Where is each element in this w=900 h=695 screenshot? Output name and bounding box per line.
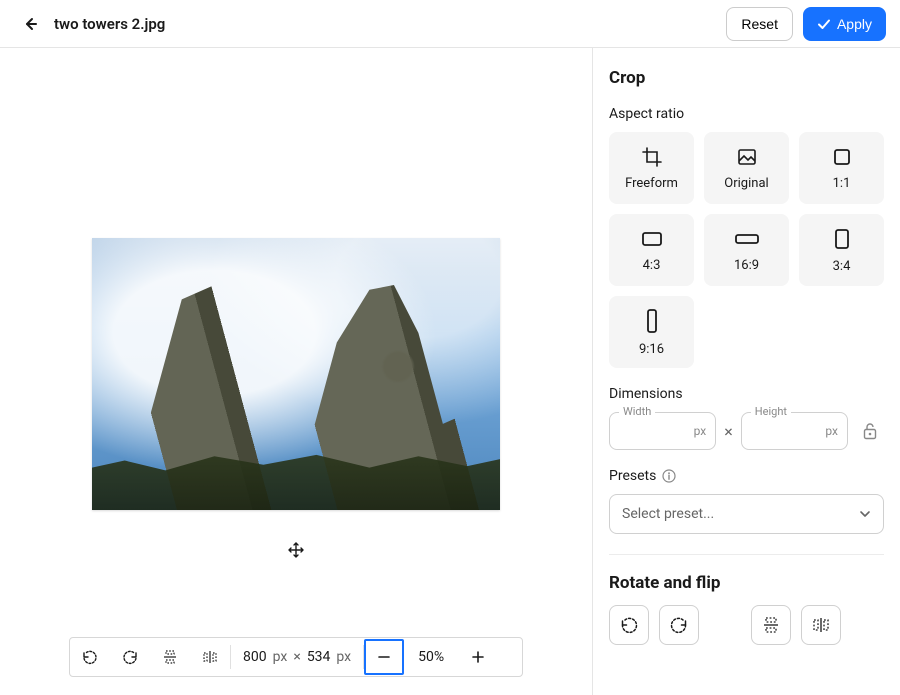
rotate-cw-icon — [670, 616, 688, 634]
image-preview[interactable] — [92, 238, 500, 510]
rotate-ccw-icon — [82, 649, 98, 665]
zoom-level: 50% — [404, 649, 458, 665]
ratio-label: 1:1 — [833, 176, 851, 191]
minus-icon — [377, 650, 391, 664]
crop-panel: Crop Aspect ratio Freeform Original 1:1 — [592, 48, 900, 695]
ratio-label: 9:16 — [639, 342, 664, 357]
ratio-freeform[interactable]: Freeform — [609, 132, 694, 204]
panel-flip-vertical-button[interactable] — [751, 605, 791, 645]
file-name: two towers 2.jpg — [54, 15, 165, 33]
square-icon — [831, 146, 853, 168]
info-icon — [662, 469, 676, 483]
rotate-flip-row — [609, 605, 884, 645]
canvas-times-symbol: × — [293, 649, 300, 665]
ratio-label: 3:4 — [833, 259, 851, 274]
apply-button[interactable]: Apply — [803, 7, 886, 41]
presets-label: Presets — [609, 468, 656, 484]
reset-button-label: Reset — [741, 16, 778, 32]
rect-3-4-icon — [831, 227, 853, 251]
ratio-label: Original — [724, 176, 768, 191]
flip-vertical-button[interactable] — [150, 638, 190, 676]
ratio-4-3[interactable]: 4:3 — [609, 214, 694, 286]
flip-horizontal-icon — [812, 616, 830, 634]
panel-flip-horizontal-button[interactable] — [801, 605, 841, 645]
presets-label-row: Presets — [609, 468, 884, 484]
back-button[interactable] — [14, 8, 46, 40]
ratio-3-4[interactable]: 3:4 — [799, 214, 884, 286]
zoom-out-button[interactable] — [364, 639, 404, 675]
rotate-ccw-button[interactable] — [70, 638, 110, 676]
panel-divider — [609, 554, 884, 555]
height-label: Height — [751, 405, 791, 418]
rotate-ccw-icon — [620, 616, 638, 634]
height-field-wrap: Height px — [741, 412, 848, 450]
rect-9-16-icon — [641, 308, 663, 334]
crop-icon — [641, 146, 663, 168]
ratio-label: 16:9 — [734, 258, 759, 273]
canvas-unit: px — [273, 649, 288, 665]
rotate-flip-title: Rotate and flip — [609, 573, 884, 593]
preset-placeholder: Select preset... — [622, 506, 714, 522]
canvas-area: 800 px × 534 px 50% — [0, 48, 592, 695]
move-icon — [288, 542, 304, 558]
ratio-label: 4:3 — [643, 258, 661, 273]
check-icon — [817, 17, 831, 31]
canvas-dimensions: 800 px × 534 px — [231, 649, 363, 665]
canvas-width-value: 800 — [243, 649, 267, 665]
rect-4-3-icon — [640, 228, 664, 250]
ratio-original[interactable]: Original — [704, 132, 789, 204]
arrow-left-icon — [22, 16, 38, 32]
canvas-unit-2: px — [336, 649, 351, 665]
ratio-9-16[interactable]: 9:16 — [609, 296, 694, 368]
canvas-height-value: 534 — [307, 649, 331, 665]
flip-vertical-icon — [162, 649, 178, 665]
ratio-label: Freeform — [625, 176, 678, 191]
height-unit: px — [825, 424, 838, 438]
crop-title: Crop — [609, 68, 884, 88]
rect-16-9-icon — [734, 228, 760, 250]
flip-horizontal-icon — [202, 649, 218, 665]
dimensions-times-symbol: × — [724, 422, 733, 441]
reset-button[interactable]: Reset — [726, 7, 793, 41]
width-unit: px — [694, 424, 707, 438]
canvas-toolbar: 800 px × 534 px 50% — [69, 637, 523, 677]
plus-icon — [471, 650, 485, 664]
width-label: Width — [619, 405, 655, 418]
panel-rotate-ccw-button[interactable] — [609, 605, 649, 645]
ratio-16-9[interactable]: 16:9 — [704, 214, 789, 286]
preset-select[interactable]: Select preset... — [609, 494, 884, 534]
move-handle[interactable] — [284, 538, 308, 562]
flip-vertical-icon — [762, 616, 780, 634]
aspect-ratio-grid: Freeform Original 1:1 4:3 16:9 — [609, 132, 884, 286]
dimensions-row: Width px × Height px — [609, 412, 884, 450]
chevron-down-icon — [859, 508, 871, 520]
panel-rotate-cw-button[interactable] — [659, 605, 699, 645]
dimensions-label: Dimensions — [609, 386, 884, 402]
zoom-controls: 50% — [364, 638, 498, 676]
ratio-1-1[interactable]: 1:1 — [799, 132, 884, 204]
aspect-ratio-label: Aspect ratio — [609, 106, 884, 122]
lock-open-icon — [862, 422, 878, 440]
lock-aspect-button[interactable] — [856, 422, 884, 440]
rotate-cw-button[interactable] — [110, 638, 150, 676]
topbar: two towers 2.jpg Reset Apply — [0, 0, 900, 48]
apply-button-label: Apply — [837, 16, 872, 32]
flip-horizontal-button[interactable] — [190, 638, 230, 676]
rotate-cw-icon — [122, 649, 138, 665]
image-icon — [736, 146, 758, 168]
zoom-in-button[interactable] — [458, 638, 498, 676]
width-field-wrap: Width px — [609, 412, 716, 450]
